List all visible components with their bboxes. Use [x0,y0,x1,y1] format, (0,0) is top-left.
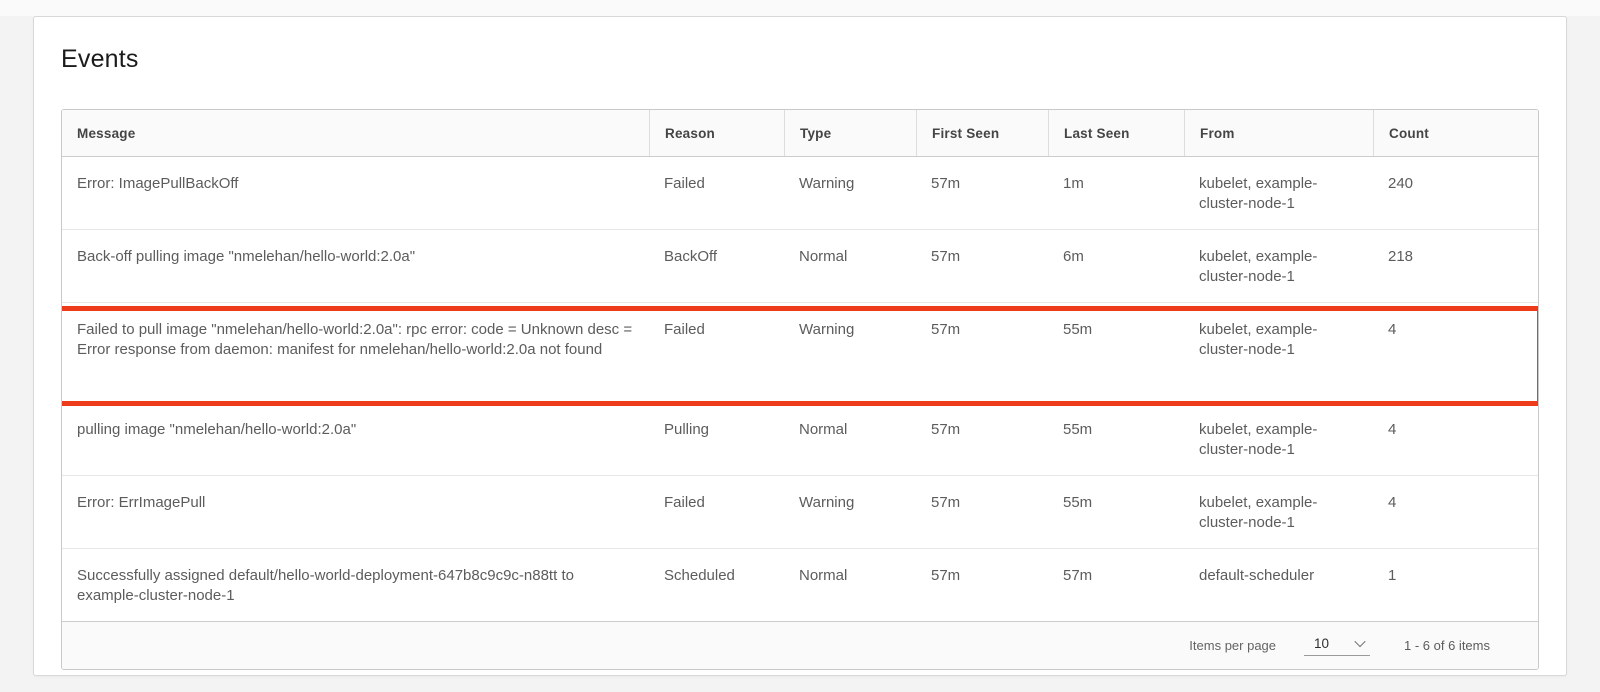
cell-from: kubelet, example-cluster-node-1 [1184,157,1373,229]
cell-message: Error: ErrImagePull [62,476,649,548]
table-row: Failed to pull image "nmelehan/hello-wor… [62,302,1538,402]
column-header-reason: Reason [649,110,784,156]
items-per-page-value: 10 [1314,636,1329,651]
cell-from: kubelet, example-cluster-node-1 [1184,230,1373,302]
cell-message: Error: ImagePullBackOff [62,157,649,229]
cell-reason: Failed [649,476,784,548]
cell-last-seen: 6m [1048,230,1184,302]
table-row: Successfully assigned default/hello-worl… [62,548,1538,621]
cell-reason: Failed [649,303,784,402]
cell-from: kubelet, example-cluster-node-1 [1184,476,1373,548]
column-header-message: Message [62,110,649,156]
page-background [0,0,1600,16]
cell-last-seen: 57m [1048,549,1184,621]
cell-first-seen: 57m [916,157,1048,229]
table-footer: Items per page 10 1 - 6 of 6 items [62,621,1538,669]
table-row: pulling image "nmelehan/hello-world:2.0a… [62,402,1538,475]
cell-reason: BackOff [649,230,784,302]
cell-count: 1 [1373,549,1538,621]
column-header-type: Type [784,110,916,156]
cell-from: kubelet, example-cluster-node-1 [1184,403,1373,475]
items-per-page-select[interactable]: 10 [1304,636,1370,656]
cell-from: default-scheduler [1184,549,1373,621]
events-table: Message Reason Type First Seen Last Seen… [61,109,1539,670]
cell-count: 4 [1373,303,1538,402]
cell-type: Normal [784,230,916,302]
column-header-count: Count [1373,110,1538,156]
column-header-from: From [1184,110,1373,156]
cell-reason: Failed [649,157,784,229]
cell-from: kubelet, example-cluster-node-1 [1184,303,1373,402]
cell-type: Normal [784,549,916,621]
cell-type: Warning [784,157,916,229]
items-per-page-label: Items per page [1189,638,1276,653]
cell-first-seen: 57m [916,476,1048,548]
chevron-down-icon [1354,636,1365,647]
cell-message: Failed to pull image "nmelehan/hello-wor… [62,303,649,402]
cell-last-seen: 55m [1048,303,1184,402]
cell-message: pulling image "nmelehan/hello-world:2.0a… [62,403,649,475]
table-row: Error: ImagePullBackOff Failed Warning 5… [62,157,1538,229]
table-body: Error: ImagePullBackOff Failed Warning 5… [62,157,1538,621]
cell-count: 4 [1373,403,1538,475]
cell-count: 240 [1373,157,1538,229]
cell-first-seen: 57m [916,303,1048,402]
events-card: Events Message Reason Type First Seen La… [33,16,1567,676]
cell-type: Normal [784,403,916,475]
cell-reason: Scheduled [649,549,784,621]
page-title: Events [61,44,1539,74]
cell-message: Successfully assigned default/hello-worl… [62,549,649,621]
cell-first-seen: 57m [916,549,1048,621]
cell-last-seen: 1m [1048,157,1184,229]
cell-message: Back-off pulling image "nmelehan/hello-w… [62,230,649,302]
column-header-first-seen: First Seen [916,110,1048,156]
cell-first-seen: 57m [916,230,1048,302]
cell-count: 4 [1373,476,1538,548]
column-header-last-seen: Last Seen [1048,110,1184,156]
cell-last-seen: 55m [1048,476,1184,548]
table-row: Back-off pulling image "nmelehan/hello-w… [62,229,1538,302]
table-row: Error: ErrImagePull Failed Warning 57m 5… [62,475,1538,548]
cell-first-seen: 57m [916,403,1048,475]
pagination-range: 1 - 6 of 6 items [1404,638,1490,653]
cell-type: Warning [784,476,916,548]
cell-count: 218 [1373,230,1538,302]
cell-type: Warning [784,303,916,402]
cell-last-seen: 55m [1048,403,1184,475]
table-header-row: Message Reason Type First Seen Last Seen… [62,110,1538,157]
cell-reason: Pulling [649,403,784,475]
